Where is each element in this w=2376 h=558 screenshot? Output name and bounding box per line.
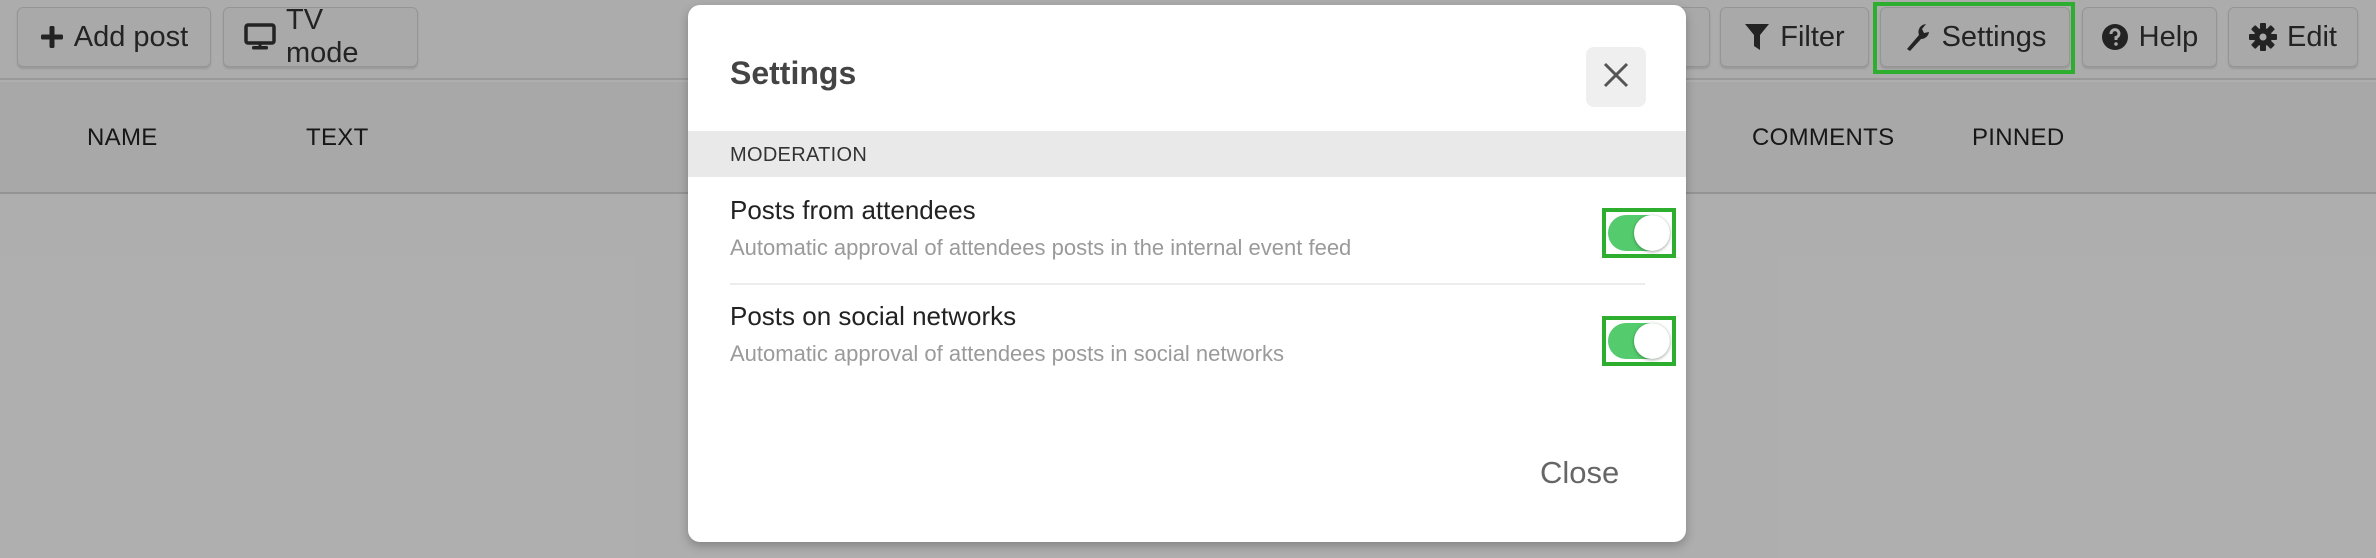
modal-title: Settings <box>730 55 857 91</box>
toggle-knob <box>1634 215 1670 251</box>
close-icon <box>1602 61 1630 94</box>
posts-from-attendees-toggle[interactable] <box>1608 215 1670 251</box>
toggle-knob <box>1634 323 1670 359</box>
posts-on-social-networks-toggle[interactable] <box>1608 323 1670 359</box>
setting-description: Automatic approval of attendees posts in… <box>730 235 1352 260</box>
toggle-highlight <box>1602 208 1676 258</box>
setting-title: Posts from attendees <box>730 195 976 225</box>
close-button[interactable]: Close <box>1540 455 1619 491</box>
setting-row-posts-on-social-networks: Posts on social networks Automatic appro… <box>730 301 1676 391</box>
setting-row-posts-from-attendees: Posts from attendees Automatic approval … <box>730 195 1676 285</box>
section-header-moderation: MODERATION <box>688 131 1686 177</box>
setting-title: Posts on social networks <box>730 301 1017 331</box>
modal-close-x-button[interactable] <box>1586 47 1646 107</box>
settings-modal: Settings MODERATION Posts from attendees… <box>688 5 1686 542</box>
toggle-highlight <box>1602 316 1676 366</box>
section-title: MODERATION <box>730 144 868 166</box>
setting-description: Automatic approval of attendees posts in… <box>730 341 1284 366</box>
